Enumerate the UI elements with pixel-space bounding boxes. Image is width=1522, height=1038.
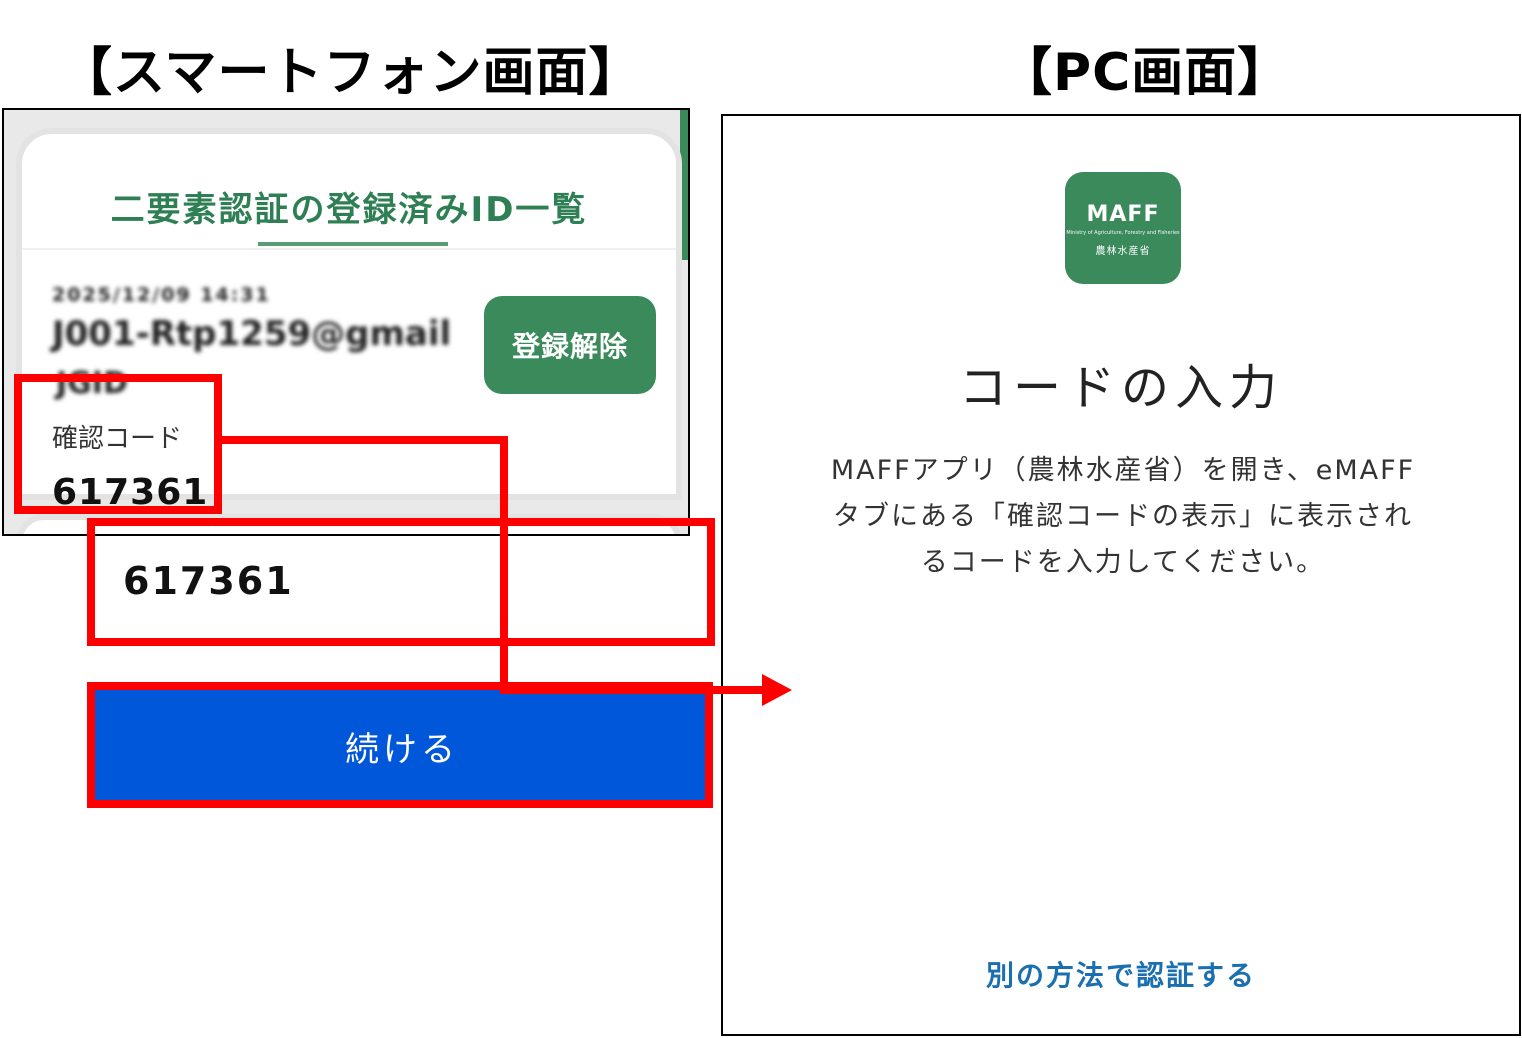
registered-id-list-title: 二要素認証の登録済みID一覧: [110, 190, 588, 230]
code-input-highlight: [87, 518, 715, 646]
confirm-code-highlight: [14, 374, 222, 514]
unregister-button[interactable]: 登録解除: [484, 296, 656, 394]
title-underline: [258, 242, 448, 246]
instruction-text: MAFFアプリ（農林水産省）を開き、eMAFF タブにある「確認コードの表示」に…: [793, 448, 1453, 586]
pc-screen-heading: 【PC画面】: [1000, 43, 1291, 103]
enter-code-title: コードの入力: [958, 360, 1283, 416]
smartphone-screen-heading: 【スマートフォン画面】: [60, 43, 642, 103]
blurred-email: J001-Rtp1259@gmail: [52, 314, 452, 354]
logo-japanese: 農林水産省: [1095, 246, 1151, 257]
logo-name: MAFF: [1086, 202, 1160, 227]
maff-logo: MAFF Ministry of Agriculture, Forestry a…: [1065, 172, 1181, 284]
blurred-timestamp: 2025/12/09 14:31: [52, 284, 271, 306]
pc-screenshot: MAFF Ministry of Agriculture, Forestry a…: [721, 114, 1521, 1036]
instruction-line: タブにある「確認コードの表示」に表示され: [833, 501, 1413, 532]
instruction-line: るコードを入力してください。: [920, 547, 1326, 578]
logo-subtitle: Ministry of Agriculture, Forestry and Fi…: [1066, 230, 1180, 236]
instruction-line: MAFFアプリ（農林水産省）を開き、eMAFF: [830, 455, 1416, 486]
alternate-auth-link[interactable]: 別の方法で認証する: [721, 954, 1521, 994]
card-divider: [22, 248, 676, 250]
continue-button-highlight: [87, 682, 713, 808]
